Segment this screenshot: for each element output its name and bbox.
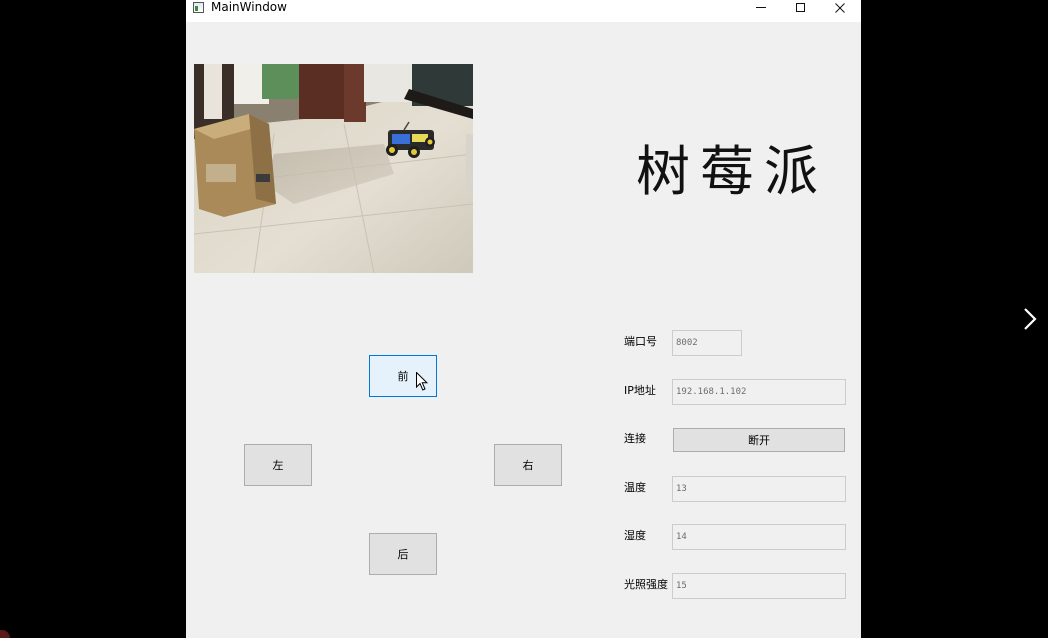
close-button[interactable] xyxy=(821,0,859,15)
disconnect-button[interactable]: 断开 xyxy=(673,428,845,452)
camera-image xyxy=(194,64,473,273)
close-icon xyxy=(835,2,845,13)
left-button[interactable]: 左 xyxy=(244,444,312,486)
maximize-icon xyxy=(795,3,805,12)
connect-label: 连接 xyxy=(624,432,646,445)
minimize-icon xyxy=(756,7,766,8)
title-bar[interactable]: MainWindow xyxy=(186,0,861,22)
humidity-field[interactable]: 14 xyxy=(672,524,846,550)
camera-feed xyxy=(194,64,473,273)
ip-address-label: IP地址 xyxy=(624,384,656,397)
brand-title: 树莓派 xyxy=(636,140,828,203)
mouse-cursor-icon xyxy=(416,372,428,391)
back-button[interactable]: 后 xyxy=(369,533,437,575)
port-label: 端口号 xyxy=(624,335,657,348)
app-icon xyxy=(193,2,204,13)
window-title: MainWindow xyxy=(211,0,287,14)
light-intensity-label: 光照强度 xyxy=(624,578,668,591)
corner-indicator xyxy=(0,630,10,638)
temperature-field[interactable]: 13 xyxy=(672,476,846,502)
humidity-label: 湿度 xyxy=(624,529,646,542)
main-window: MainWindow 树莓派 前 左 右 后 端口号 8002 IP地址 192… xyxy=(186,0,861,638)
ip-address-field[interactable]: 192.168.1.102 xyxy=(672,379,846,405)
port-field[interactable]: 8002 xyxy=(672,330,742,356)
maximize-button[interactable] xyxy=(781,0,819,15)
chevron-right-icon[interactable] xyxy=(1019,305,1041,333)
temperature-label: 温度 xyxy=(624,481,646,494)
desktop-screen: MainWindow 树莓派 前 左 右 后 端口号 8002 IP地址 192… xyxy=(0,0,1048,638)
minimize-button[interactable] xyxy=(742,0,780,15)
right-button[interactable]: 右 xyxy=(494,444,562,486)
light-intensity-field[interactable]: 15 xyxy=(672,573,846,599)
